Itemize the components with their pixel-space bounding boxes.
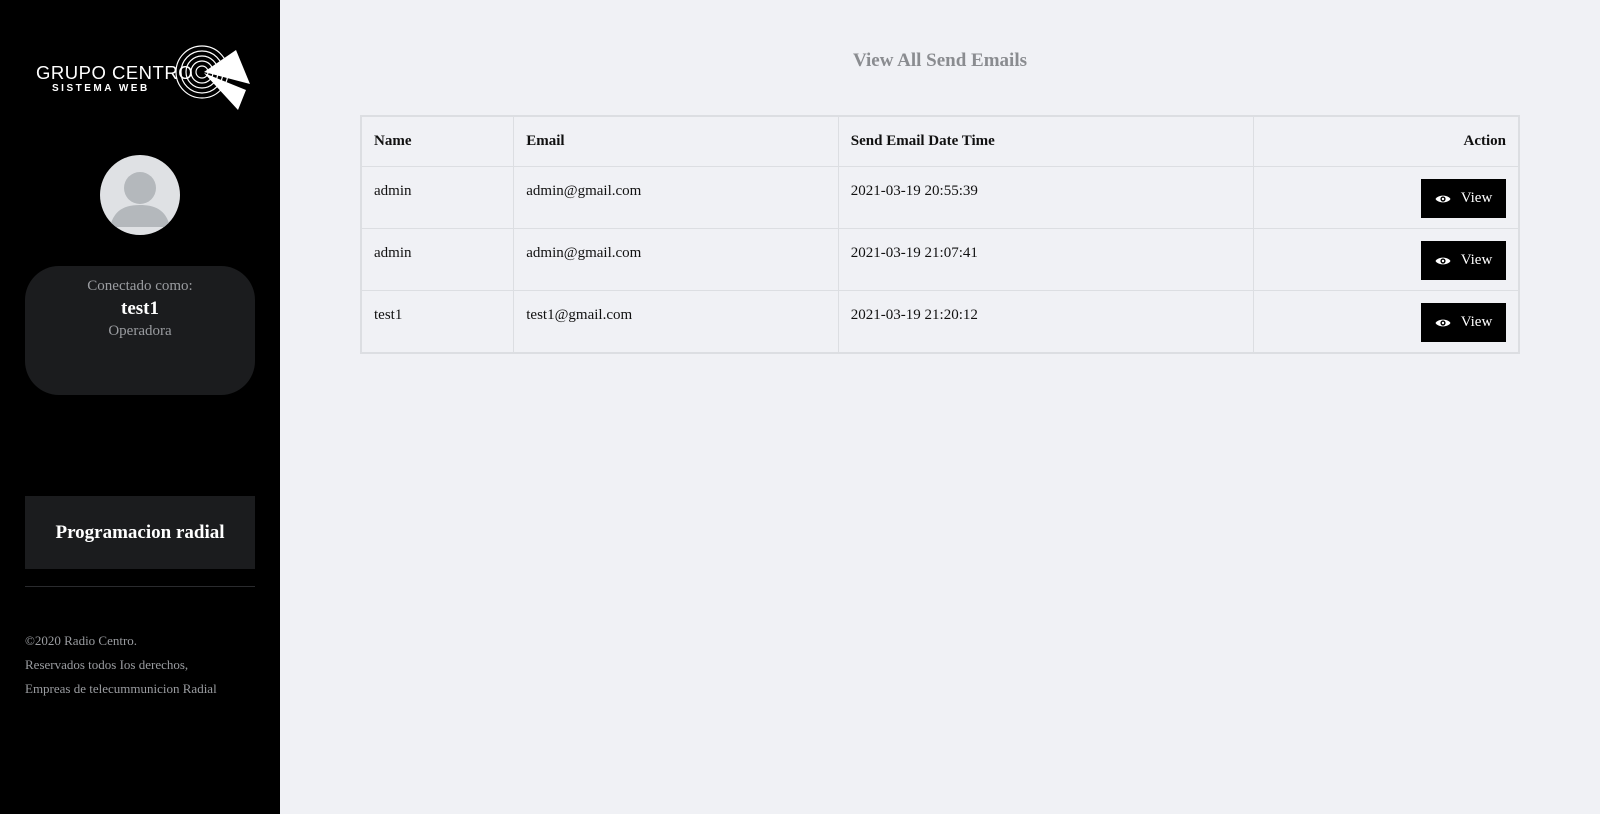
emails-table: Name Email Send Email Date Time Action a…: [360, 115, 1520, 354]
table-row: test1 test1@gmail.com 2021-03-19 21:20:1…: [360, 290, 1520, 353]
cell-action: View: [1252, 166, 1520, 229]
eye-icon: [1435, 319, 1451, 326]
main-content: View All Send Emails Name Email Send Ema…: [280, 0, 1600, 814]
nav-item-programacion-radial[interactable]: Programacion radial: [25, 496, 255, 569]
cell-datetime: 2021-03-19 21:07:41: [837, 228, 1254, 291]
table-row: admin admin@gmail.com 2021-03-19 21:07:4…: [360, 228, 1520, 291]
sidebar-divider: [25, 586, 255, 587]
sidebar-footer: ©2020 Radio Centro. Reservados todos Ios…: [25, 629, 275, 701]
username: test1: [121, 298, 159, 319]
logo-subtitle: SISTEMA WEB: [52, 83, 150, 94]
cell-email: admin@gmail.com: [513, 166, 839, 229]
column-header-name: Name: [360, 115, 515, 167]
page-title: View All Send Emails: [852, 50, 1027, 71]
user-role: Operadora: [108, 323, 172, 339]
user-silhouette-icon: [110, 172, 170, 227]
footer-company: Empreas de telecummunicion Radial: [25, 681, 217, 696]
eye-icon: [1435, 195, 1451, 202]
view-button[interactable]: View: [1421, 241, 1506, 280]
cell-datetime: 2021-03-19 21:20:12: [837, 290, 1254, 353]
column-header-datetime: Send Email Date Time: [837, 115, 1254, 167]
view-button-label: View: [1460, 252, 1493, 268]
cell-name: test1: [360, 290, 515, 353]
cell-action: View: [1252, 290, 1520, 353]
connected-as-label: Conectado como:: [87, 278, 193, 294]
view-button[interactable]: View: [1421, 179, 1506, 218]
sidebar: GRUPO CENTRO SISTEMA WEB Conectado como:…: [0, 0, 280, 814]
column-header-action: Action: [1252, 115, 1520, 167]
brand-logo[interactable]: GRUPO CENTRO SISTEMA WEB: [36, 44, 250, 114]
eye-icon: [1435, 257, 1451, 264]
table-header-row: Name Email Send Email Date Time Action: [360, 115, 1520, 167]
radio-signal-icon: [175, 45, 250, 110]
view-button[interactable]: View: [1421, 303, 1506, 342]
view-button-label: View: [1460, 314, 1493, 330]
footer-rights: Reservados todos Ios derechos,: [25, 657, 189, 672]
column-header-email: Email: [513, 115, 839, 167]
profile-card: Conectado como: test1 Operadora: [25, 266, 255, 395]
cell-datetime: 2021-03-19 20:55:39: [837, 166, 1254, 229]
table-row: admin admin@gmail.com 2021-03-19 20:55:3…: [360, 166, 1520, 229]
logo-title: GRUPO CENTRO: [36, 62, 194, 83]
avatar[interactable]: [100, 155, 180, 235]
footer-copyright: ©2020 Radio Centro.: [25, 633, 138, 648]
cell-email: admin@gmail.com: [513, 228, 839, 291]
cell-name: admin: [360, 166, 515, 229]
view-button-label: View: [1460, 190, 1493, 206]
cell-action: View: [1252, 228, 1520, 291]
cell-name: admin: [360, 228, 515, 291]
cell-email: test1@gmail.com: [513, 290, 839, 353]
